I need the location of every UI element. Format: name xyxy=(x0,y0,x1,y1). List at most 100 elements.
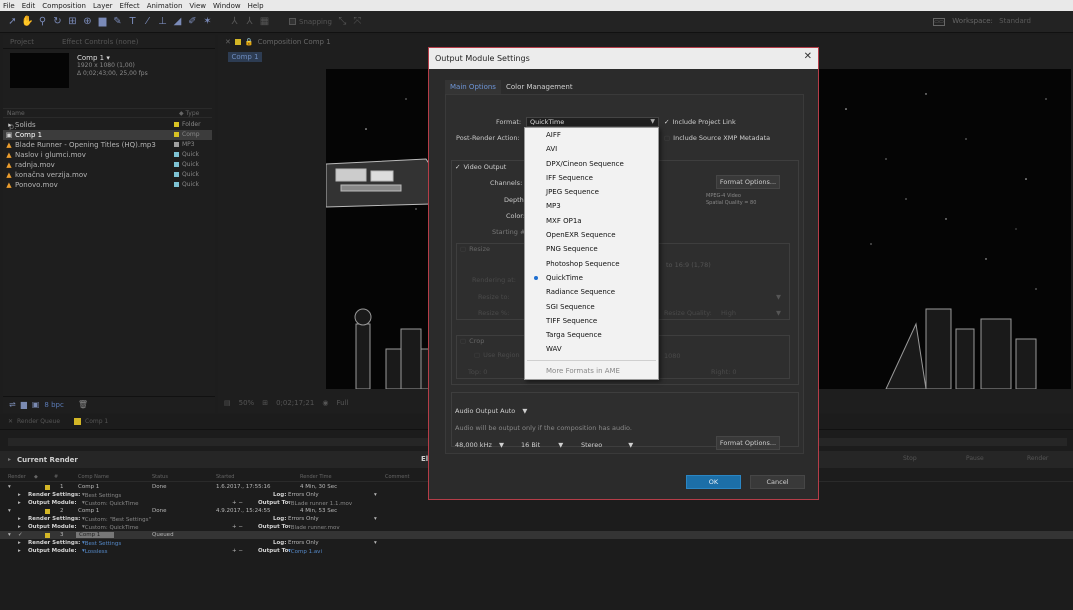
label-color-swatch[interactable] xyxy=(174,172,179,177)
safe-zones-icon[interactable]: ⊞ xyxy=(262,399,268,407)
column-name[interactable]: Name xyxy=(7,110,25,117)
trash-icon[interactable]: 🗑 xyxy=(78,400,88,409)
expand-icon[interactable]: ▾ xyxy=(8,532,11,538)
column-comp-name[interactable]: Comp Name xyxy=(78,474,109,480)
render-settings-value[interactable]: ▾ Best Settings xyxy=(82,540,121,547)
tab-project[interactable]: Project xyxy=(10,38,34,46)
rotate-tool-icon[interactable]: ↻ xyxy=(51,15,64,28)
menu-window[interactable]: Window xyxy=(213,2,241,10)
ok-button[interactable]: OK xyxy=(686,475,741,489)
column-status[interactable]: Status xyxy=(152,474,168,480)
close-tab-icon[interactable]: ✕ xyxy=(225,38,231,46)
crop-top-field[interactable]: Top: 0 xyxy=(468,368,487,376)
label-color-swatch[interactable] xyxy=(174,132,179,137)
label-color-swatch[interactable] xyxy=(45,485,50,490)
resolution-select[interactable]: Full xyxy=(336,399,348,407)
output-module-value[interactable]: ▾ Custom: QuickTime xyxy=(82,524,138,531)
format-option[interactable]: PNG Sequence xyxy=(525,242,658,256)
output-module-value[interactable]: ▾ Lossless xyxy=(82,548,107,555)
menu-view[interactable]: View xyxy=(189,2,206,10)
pause-button[interactable]: Pause xyxy=(966,455,984,465)
label-color-swatch[interactable] xyxy=(174,122,179,127)
workspace-value[interactable]: Standard xyxy=(999,17,1031,25)
format-option[interactable]: IFF Sequence xyxy=(525,171,658,185)
pen-tool-icon[interactable]: ✎ xyxy=(111,15,124,28)
menu-layer[interactable]: Layer xyxy=(93,2,113,10)
expand-icon[interactable]: ▾ xyxy=(8,484,11,490)
render-settings-value[interactable]: ▾ Best Settings xyxy=(82,492,121,499)
expand-icon[interactable]: ▸ xyxy=(18,524,21,530)
project-item[interactable]: ▸ ▆ Solids Folder xyxy=(3,120,212,137)
snap-feature-icon[interactable]: ⤧ xyxy=(351,15,364,28)
clone-stamp-tool-icon[interactable]: ⊥ xyxy=(156,15,169,28)
render-button[interactable]: Render xyxy=(1027,455,1048,465)
output-to-value[interactable]: ▾ BLade runner 1.1.mov xyxy=(288,500,352,507)
dropdown-arrow-icon[interactable]: ▾ xyxy=(374,492,377,498)
column-started[interactable]: Started xyxy=(216,474,234,480)
timecode[interactable]: 0;02;17;21 xyxy=(276,399,314,407)
label-color-swatch[interactable] xyxy=(45,533,50,538)
snapping-checkbox[interactable] xyxy=(289,18,296,25)
bit-depth-button[interactable]: 8 bpc xyxy=(44,401,63,409)
always-preview-icon[interactable]: ▤ xyxy=(224,399,231,407)
lock-icon[interactable]: 🔒 xyxy=(245,38,254,46)
column-type[interactable]: ◆ Type xyxy=(179,110,199,117)
expand-icon[interactable]: ▸ xyxy=(8,456,11,463)
log-value[interactable]: Errors Only xyxy=(288,516,319,522)
format-option[interactable]: Targa Sequence xyxy=(525,328,658,342)
menu-help[interactable]: Help xyxy=(248,2,264,10)
zoom-tool-icon[interactable]: ⚲ xyxy=(36,15,49,28)
output-to-value[interactable]: ▾ Blade runner.mov xyxy=(288,524,340,531)
close-tab-icon[interactable]: ✕ xyxy=(8,418,13,425)
tab-comp-timeline[interactable]: Comp 1 xyxy=(85,418,108,425)
include-xmp-checkbox[interactable]: ▢ Include Source XMP Metadata xyxy=(664,134,770,142)
log-value[interactable]: Errors Only xyxy=(288,492,319,498)
label-color-swatch[interactable] xyxy=(174,152,179,157)
format-option[interactable]: TIFF Sequence xyxy=(525,314,658,328)
include-project-link-checkbox[interactable]: ✓ Include Project Link xyxy=(664,118,736,126)
brush-tool-icon[interactable]: ⁄ xyxy=(141,15,154,28)
format-option[interactable]: Photoshop Sequence xyxy=(525,257,658,271)
project-item[interactable]: ▲ radnja.mov Quick xyxy=(3,160,212,170)
project-item[interactable]: ▣ Comp 1 Comp xyxy=(3,130,212,140)
tab-effect-controls[interactable]: Effect Controls (none) xyxy=(62,38,138,46)
format-option[interactable]: MP3 xyxy=(525,199,658,213)
sample-rate-select[interactable]: 48,000 kHz ▼ xyxy=(455,441,504,449)
close-icon[interactable]: ✕ xyxy=(804,51,812,62)
chevron-down-icon[interactable]: ▼ xyxy=(776,309,781,317)
snap-edge-icon[interactable]: ⤡ xyxy=(336,15,349,28)
interpret-footage-icon[interactable]: ⇌ xyxy=(9,400,16,409)
axis-local-icon[interactable]: ⅄ xyxy=(228,15,241,28)
tag-icon[interactable]: ◆ xyxy=(34,474,38,480)
format-option[interactable]: DPX/Cineon Sequence xyxy=(525,157,658,171)
audio-output-select[interactable]: Audio Output Auto ▼ xyxy=(455,407,527,415)
hand-tool-icon[interactable]: ✋ xyxy=(21,15,34,28)
label-color-swatch[interactable] xyxy=(174,162,179,167)
format-option-selected[interactable]: QuickTime xyxy=(525,271,658,285)
menu-file[interactable]: File xyxy=(3,2,15,10)
audio-channels-select[interactable]: Stereo ▼ xyxy=(581,441,633,449)
project-item[interactable]: ▲ konačna verzija.mov Quick xyxy=(3,170,212,180)
pan-behind-tool-icon[interactable]: ⊕ xyxy=(81,15,94,28)
menu-composition[interactable]: Composition xyxy=(42,2,86,10)
column-render-time[interactable]: Render Time xyxy=(300,474,332,480)
project-item[interactable]: ▲ Blade Runner - Opening Titles (HQ).mp3… xyxy=(3,140,212,150)
comp-sub-tab[interactable]: Comp 1 xyxy=(228,52,262,62)
label-color-swatch[interactable] xyxy=(174,182,179,187)
label-color-swatch[interactable] xyxy=(45,509,50,514)
tab-color-management[interactable]: Color Management xyxy=(501,80,578,94)
roto-brush-tool-icon[interactable]: ✐ xyxy=(186,15,199,28)
log-value[interactable]: Errors Only xyxy=(288,540,319,546)
zoom-level[interactable]: 50% xyxy=(239,399,255,407)
composition-tab-label[interactable]: Composition Comp 1 xyxy=(258,38,331,46)
format-option[interactable]: MXF OP1a xyxy=(525,214,658,228)
format-option[interactable]: OpenEXR Sequence xyxy=(525,228,658,242)
render-settings-value[interactable]: ▾ Custom: "Best Settings" xyxy=(82,516,151,523)
chevron-down-icon[interactable]: ▼ xyxy=(776,293,781,301)
menu-effect[interactable]: Effect xyxy=(120,2,140,10)
project-item[interactable]: ▲ Naslov i glumci.mov Quick xyxy=(3,150,212,160)
render-item[interactable]: ▾ 2 Comp 1 Done 4.9.2017., 15:24:55 4 Mi… xyxy=(0,507,1073,515)
format-option[interactable]: AVI xyxy=(525,142,658,156)
resize-checkbox[interactable]: ▢ Resize xyxy=(460,245,490,253)
render-item-name[interactable]: Comp 1 xyxy=(76,532,115,538)
